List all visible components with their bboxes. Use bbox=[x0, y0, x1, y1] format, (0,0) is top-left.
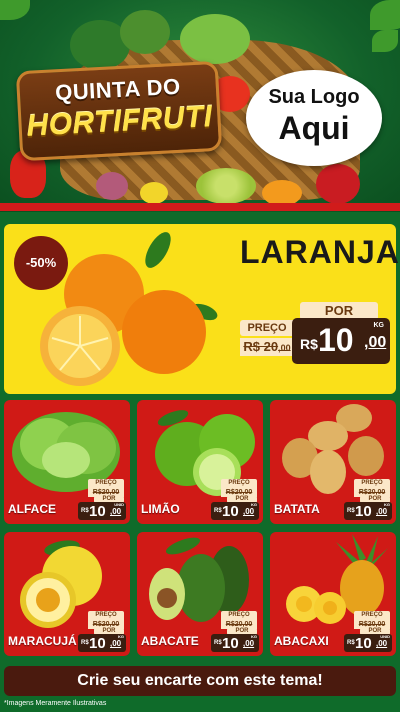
price-cents: ,00 bbox=[110, 507, 122, 516]
price-cents: ,00 bbox=[376, 507, 388, 516]
product-card-alface: ALFACE PREÇO R$20,00 POR R$ 10 ,00 UNID bbox=[4, 400, 130, 524]
product-name: LIMÃO bbox=[141, 502, 180, 516]
old-price-cents: ,00 bbox=[278, 343, 291, 353]
product-name: BATATA bbox=[274, 502, 320, 516]
header-banner: QUINTA DO HORTIFRUTI Sua Logo Aqui bbox=[0, 0, 400, 212]
leaf-icon bbox=[372, 30, 398, 52]
unit-label: UNID bbox=[380, 634, 390, 639]
price-cents: ,00 bbox=[243, 507, 255, 516]
old-price-main: R$ 20 bbox=[243, 339, 279, 354]
price-main: 10 bbox=[222, 635, 239, 652]
preco-label: PREÇO bbox=[240, 320, 294, 336]
logo-line-1: Sua Logo bbox=[268, 86, 360, 108]
price-tag: R$ 10 ,00 UNID bbox=[78, 502, 126, 520]
price-tag: R$ 10 ,00 KG bbox=[78, 634, 126, 652]
logo-placeholder: Sua Logo Aqui bbox=[246, 70, 382, 166]
currency-symbol: R$ bbox=[300, 336, 318, 352]
product-card-abacaxi: ABACAXI PREÇO R$20,00 POR R$ 10 ,00 UNID bbox=[270, 532, 396, 656]
product-card-limao: LIMÃO PREÇO R$20,00 POR R$ 10 ,00 KG bbox=[137, 400, 263, 524]
product-card-maracuja: MARACUJÁ PREÇO R$20,00 POR R$ 10 ,00 KG bbox=[4, 532, 130, 656]
price-cents: ,00 bbox=[243, 639, 255, 648]
unit-label: KG bbox=[373, 322, 385, 329]
unit-label: KG bbox=[251, 502, 257, 507]
price-tag: R$ 10 ,00 KG bbox=[344, 502, 392, 520]
product-name: ABACATE bbox=[141, 634, 199, 648]
orange-illustration bbox=[40, 232, 218, 386]
cta-banner[interactable]: Crie seu encarte com este tema! bbox=[4, 666, 396, 696]
product-card-batata: BATATA PREÇO R$20,00 POR R$ 10 ,00 KG bbox=[270, 400, 396, 524]
price-main: 10 bbox=[89, 635, 106, 652]
product-name: ABACAXI bbox=[274, 634, 329, 648]
disclaimer-text: *Imagens Meramente Ilustrativas bbox=[4, 700, 107, 707]
title-plaque: QUINTA DO HORTIFRUTI bbox=[15, 60, 223, 162]
old-price: R$ 20,00 bbox=[240, 338, 294, 356]
product-card-abacate: ABACATE PREÇO R$20,00 POR R$ 10 ,00 KG bbox=[137, 532, 263, 656]
price-cents: ,00 bbox=[110, 639, 122, 648]
price-cents: ,00 bbox=[376, 639, 388, 648]
price-main: 10 bbox=[355, 503, 372, 520]
currency-symbol: R$ bbox=[347, 640, 355, 646]
price-main: 10 bbox=[355, 635, 372, 652]
currency-symbol: R$ bbox=[81, 508, 89, 514]
featured-product-name: LARANJA bbox=[240, 234, 400, 270]
product-name: ALFACE bbox=[8, 502, 56, 516]
price-cents: ,00 bbox=[364, 334, 387, 351]
price-tag: R$ 10 ,00 KG bbox=[292, 318, 390, 364]
apple-icon bbox=[316, 164, 360, 204]
price-main: 10 bbox=[222, 503, 239, 520]
price-main: 10 bbox=[89, 503, 106, 520]
onion-icon bbox=[96, 172, 128, 200]
price-tag: R$ 10 ,00 KG bbox=[211, 502, 259, 520]
unit-label: KG bbox=[251, 634, 257, 639]
lemon-icon bbox=[140, 182, 168, 204]
product-name: MARACUJÁ bbox=[8, 634, 77, 648]
unit-label: UNID bbox=[114, 502, 124, 507]
unit-label: KG bbox=[118, 634, 124, 639]
preco-label: PREÇO bbox=[221, 611, 257, 620]
divider-stripe bbox=[0, 203, 400, 211]
price-tag: R$ 10 ,00 UNID bbox=[344, 634, 392, 652]
leaf-icon bbox=[370, 0, 400, 30]
preco-label: PREÇO bbox=[354, 479, 390, 488]
currency-symbol: R$ bbox=[214, 508, 222, 514]
preco-label: PREÇO bbox=[221, 479, 257, 488]
currency-symbol: R$ bbox=[347, 508, 355, 514]
price-main: 10 bbox=[318, 322, 354, 358]
broccoli-icon bbox=[120, 10, 170, 54]
grapes-icon bbox=[196, 168, 256, 204]
lettuce-icon bbox=[180, 14, 250, 64]
featured-offer: -50% LARANJA POR PREÇO R$ 20,00 R$ 10 ,0… bbox=[4, 224, 400, 394]
currency-symbol: R$ bbox=[214, 640, 222, 646]
logo-line-2: Aqui bbox=[278, 110, 350, 146]
currency-symbol: R$ bbox=[81, 640, 89, 646]
price-tag: R$ 10 ,00 KG bbox=[211, 634, 259, 652]
preco-label: PREÇO bbox=[88, 479, 124, 488]
unit-label: KG bbox=[384, 502, 390, 507]
preco-label: PREÇO bbox=[354, 611, 390, 620]
leaf-icon bbox=[0, 0, 30, 20]
preco-label: PREÇO bbox=[88, 611, 124, 620]
